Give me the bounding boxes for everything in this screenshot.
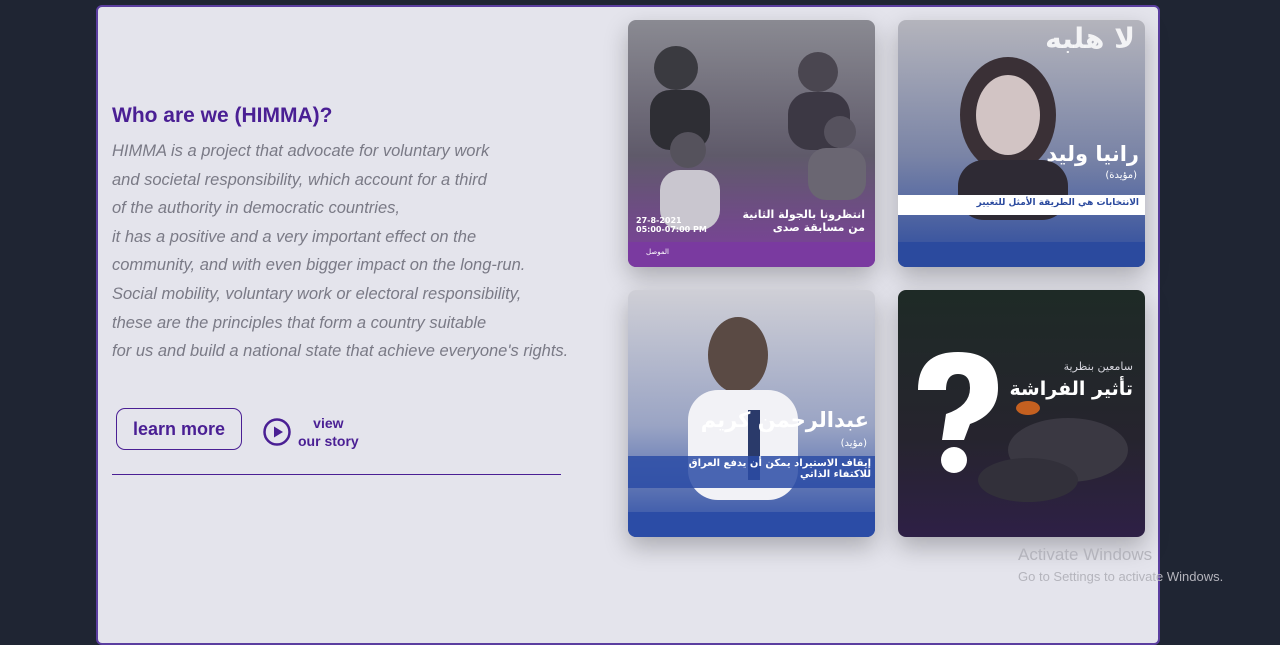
headline-line1: انتظرونا بالجولة الثانية xyxy=(742,208,865,221)
headline-line2: من مسابقة صدى xyxy=(772,221,865,234)
round-two-location: الموصل xyxy=(646,248,669,256)
quote-line2: للاكتفاء الذاتي xyxy=(799,469,871,480)
view-story-link[interactable]: view our story xyxy=(262,414,359,450)
butterfly-effect-image xyxy=(898,290,1145,537)
gallery-card-abdulrahman-karim[interactable]: عبدالرحمن كريم (مؤيد) إيقاف الاستيراد يم… xyxy=(628,290,875,537)
description-line: of the authority in democratic countries… xyxy=(112,199,400,218)
rania-quote: الانتخابات هي الطريقة الأمثل للتغيير xyxy=(976,198,1139,208)
about-description: HIMMA is a project that advocate for vol… xyxy=(112,137,582,366)
view-story-label: view our story xyxy=(298,414,359,450)
view-story-line2: our story xyxy=(298,433,359,449)
play-icon xyxy=(263,418,291,446)
description-line: it has a positive and a very important e… xyxy=(112,227,477,246)
rania-role: (مؤيدة) xyxy=(1105,170,1137,181)
butterfly-subtitle: سامعين بنظرية xyxy=(1063,360,1133,373)
rania-name: رانيا وليد xyxy=(1046,142,1139,166)
description-line: community, and with even bigger impact o… xyxy=(112,256,526,275)
description-line: for us and build a national state that a… xyxy=(112,342,569,361)
butterfly-title: تأثير الفراشة xyxy=(1009,378,1133,400)
description-line: HIMMA is a project that advocate for vol… xyxy=(112,142,490,160)
rania-header: لا هلبه xyxy=(1045,22,1135,55)
description-line: Social mobility, voluntary work or elect… xyxy=(112,284,522,303)
abdulrahman-role: (مؤيد) xyxy=(840,438,867,449)
gallery-card-round-two[interactable]: انتظرونا بالجولة الثانية من مسابقة صدى 2… xyxy=(628,20,875,267)
gallery-card-rania-walid[interactable]: لا هلبه رانيا وليد (مؤيدة) الانتخابات هي… xyxy=(898,20,1145,267)
learn-more-button[interactable]: learn more xyxy=(116,408,242,450)
round-two-headline: انتظرونا بالجولة الثانية من مسابقة صدى xyxy=(742,208,865,234)
event-time: 05:00-07:00 PM xyxy=(636,225,707,234)
abdulrahman-quote: إيقاف الاستيراد يمكن أن يدفع العراق للاك… xyxy=(689,458,871,480)
round-two-date-block: 27-8-2021 05:00-07:00 PM xyxy=(636,216,707,234)
event-date: 27-8-2021 xyxy=(636,216,682,225)
activate-windows-title: Activate Windows xyxy=(1018,545,1153,564)
description-line: these are the principles that form a cou… xyxy=(112,313,487,332)
description-line: and societal responsibility, which accou… xyxy=(112,170,487,189)
view-story-line1: view xyxy=(313,415,344,431)
gallery-card-butterfly-effect[interactable]: سامعين بنظرية تأثير الفراشة xyxy=(898,290,1145,537)
activate-windows-subtitle: Go to Settings to activate Windows. xyxy=(1018,569,1224,584)
section-divider xyxy=(112,474,561,475)
abdulrahman-name: عبدالرحمن كريم xyxy=(700,408,869,432)
quote-line1: إيقاف الاستيراد يمكن أن يدفع العراق xyxy=(688,458,871,469)
section-title: Who are we (HIMMA)? xyxy=(112,104,333,127)
